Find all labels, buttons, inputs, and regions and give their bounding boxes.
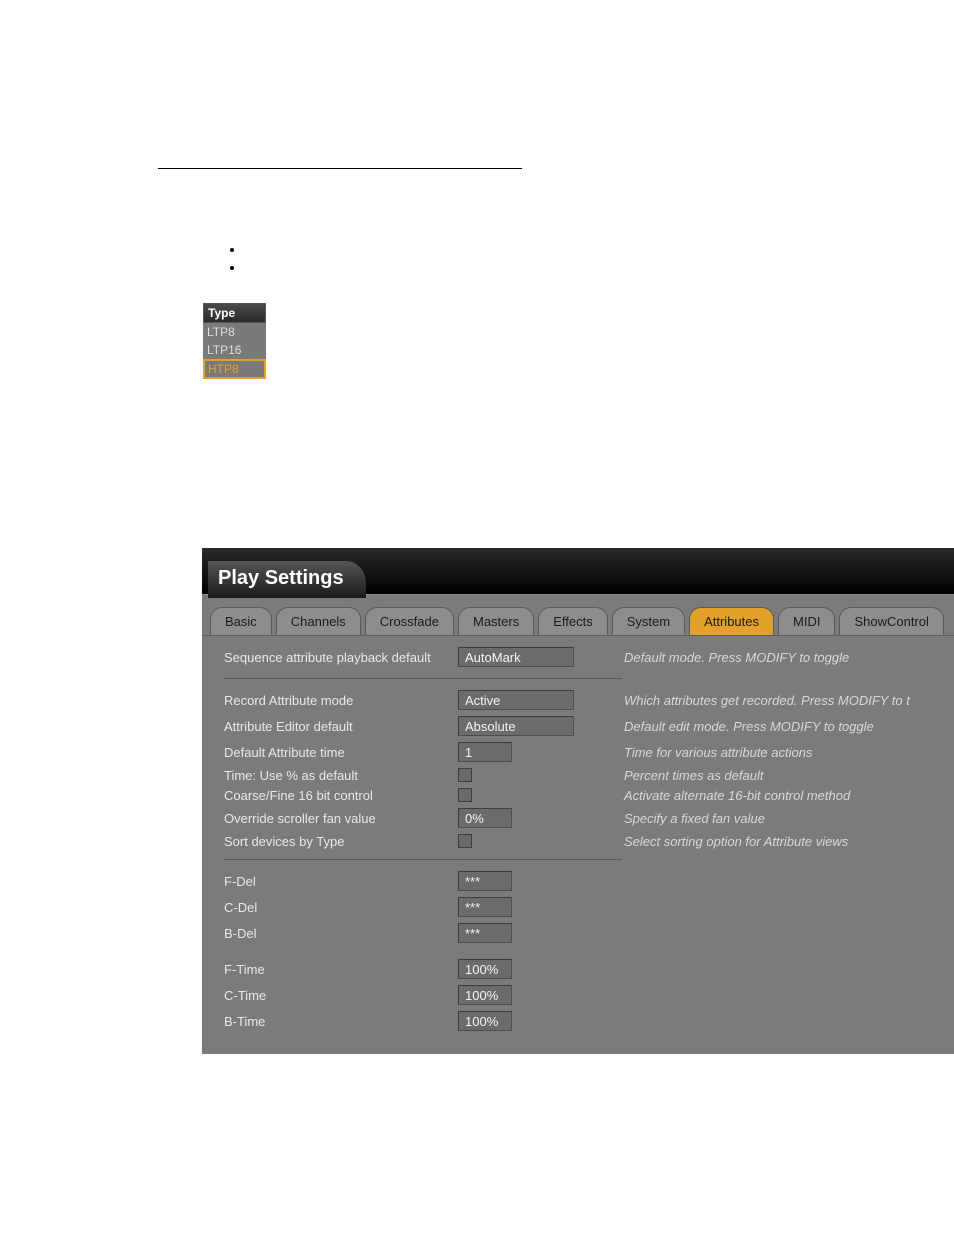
desc-seq-attr-playback: Default mode. Press MODIFY to toggle [602, 650, 954, 665]
tab-system[interactable]: System [612, 607, 685, 635]
tab-showcontrol[interactable]: ShowControl [839, 607, 943, 635]
field-c-time[interactable]: 100% [458, 985, 512, 1005]
label-seq-attr-playback: Sequence attribute playback default [202, 650, 458, 665]
label-c-del: C-Del [202, 900, 458, 915]
field-f-time[interactable]: 100% [458, 959, 512, 979]
tab-midi[interactable]: MIDI [778, 607, 835, 635]
label-sort-devices: Sort devices by Type [202, 834, 458, 849]
type-menu-item[interactable]: LTP8 [203, 323, 266, 341]
checkbox-sort-devices[interactable] [458, 834, 472, 848]
label-time-pct-default: Time: Use % as default [202, 768, 458, 783]
separator [224, 859, 622, 860]
tab-attributes[interactable]: Attributes [689, 607, 774, 635]
desc-sort-devices: Select sorting option for Attribute view… [602, 834, 954, 849]
field-record-attr-mode[interactable]: Active [458, 690, 574, 710]
tab-crossfade[interactable]: Crossfade [365, 607, 454, 635]
tab-basic[interactable]: Basic [210, 607, 272, 635]
label-record-attr-mode: Record Attribute mode [202, 693, 458, 708]
field-override-scroller-fan[interactable]: 0% [458, 808, 512, 828]
panel-title-tab: Play Settings [208, 561, 366, 598]
field-b-del[interactable]: *** [458, 923, 512, 943]
label-c-time: C-Time [202, 988, 458, 1003]
panel-titlebar: Play Settings [202, 548, 954, 594]
type-menu: Type LTP8 LTP16 HTP8 [203, 303, 266, 379]
field-attr-editor-default[interactable]: Absolute [458, 716, 574, 736]
tab-channels[interactable]: Channels [276, 607, 361, 635]
tab-bar: Basic Channels Crossfade Masters Effects… [202, 594, 954, 636]
type-menu-item-selected[interactable]: HTP8 [203, 359, 266, 379]
label-default-attr-time: Default Attribute time [202, 745, 458, 760]
label-coarse-fine-16: Coarse/Fine 16 bit control [202, 788, 458, 803]
panel-content: Sequence attribute playback default Auto… [202, 636, 954, 1034]
section-divider [158, 168, 522, 169]
field-f-del[interactable]: *** [458, 871, 512, 891]
checkbox-coarse-fine-16[interactable] [458, 788, 472, 802]
play-settings-panel: Play Settings Basic Channels Crossfade M… [202, 548, 954, 1054]
panel-title: Play Settings [208, 561, 366, 598]
label-b-time: B-Time [202, 1014, 458, 1029]
checkbox-time-pct-default[interactable] [458, 768, 472, 782]
tab-effects[interactable]: Effects [538, 607, 608, 635]
type-menu-item[interactable]: LTP16 [203, 341, 266, 359]
field-b-time[interactable]: 100% [458, 1011, 512, 1031]
field-c-del[interactable]: *** [458, 897, 512, 917]
tab-masters[interactable]: Masters [458, 607, 534, 635]
label-b-del: B-Del [202, 926, 458, 941]
desc-coarse-fine-16: Activate alternate 16-bit control method [602, 788, 954, 803]
field-seq-attr-playback[interactable]: AutoMark [458, 647, 574, 667]
label-override-scroller-fan: Override scroller fan value [202, 811, 458, 826]
separator [224, 678, 622, 679]
desc-time-pct-default: Percent times as default [602, 768, 954, 783]
field-default-attr-time[interactable]: 1 [458, 742, 512, 762]
label-attr-editor-default: Attribute Editor default [202, 719, 458, 734]
bullet-list [230, 248, 234, 270]
label-f-del: F-Del [202, 874, 458, 889]
type-menu-header: Type [203, 303, 266, 323]
desc-default-attr-time: Time for various attribute actions [602, 745, 954, 760]
label-f-time: F-Time [202, 962, 458, 977]
desc-attr-editor-default: Default edit mode. Press MODIFY to toggl… [602, 719, 954, 734]
desc-override-scroller-fan: Specify a fixed fan value [602, 811, 954, 826]
desc-record-attr-mode: Which attributes get recorded. Press MOD… [602, 693, 954, 708]
